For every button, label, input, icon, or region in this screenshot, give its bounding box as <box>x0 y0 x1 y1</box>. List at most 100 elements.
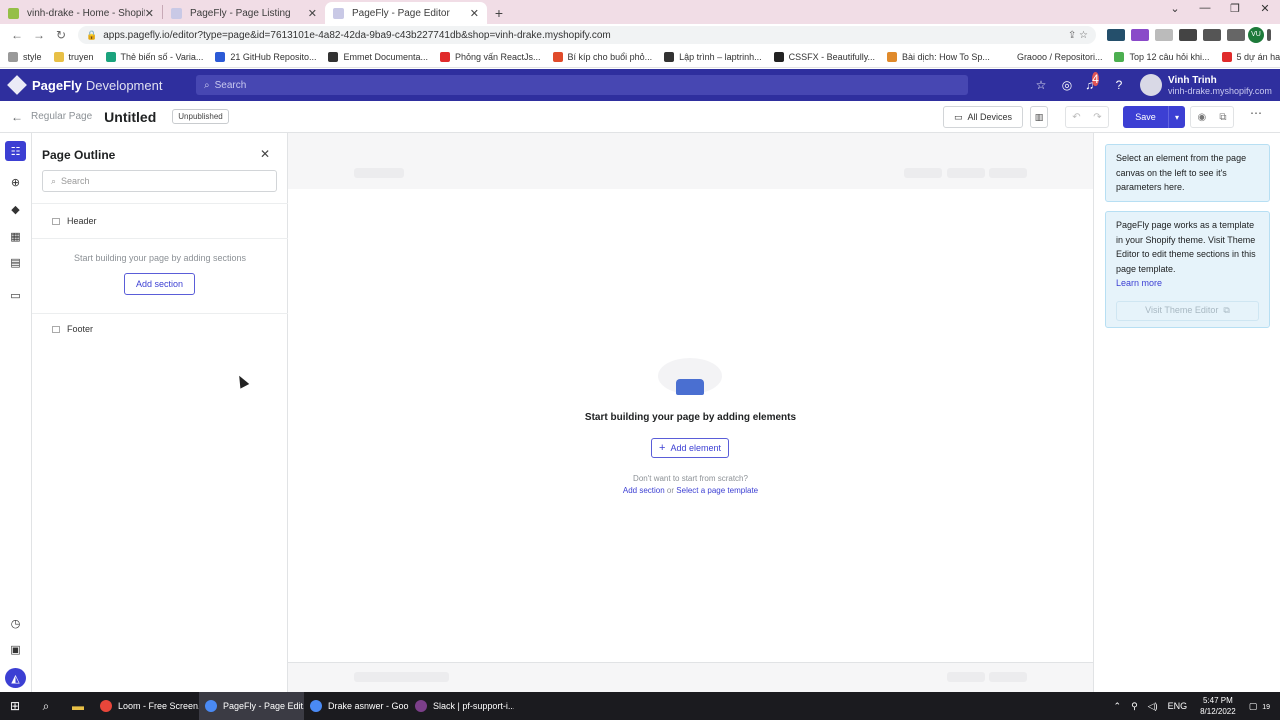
add-element-icon[interactable]: ⊕ <box>5 172 26 192</box>
bookmark-item[interactable]: Phỏng vấn ReactJs... <box>439 51 541 62</box>
tab-title: PageFly - Page Listing <box>190 7 291 19</box>
new-tab-button[interactable]: + <box>487 2 511 24</box>
forward-icon[interactable]: → <box>28 28 50 42</box>
puzzle-icon[interactable] <box>1203 29 1221 41</box>
close-icon[interactable]: ✕ <box>308 7 317 20</box>
bookmark-item[interactable]: Top 12 câu hỏi khi... <box>1114 51 1210 62</box>
pagefly-assistant-icon[interactable]: ◭ <box>5 668 26 688</box>
browser-tab-shopify[interactable]: vinh-drake - Home - Shopify ✕ <box>0 2 162 24</box>
save-button[interactable]: Save ▾ <box>1123 106 1185 128</box>
help-icon[interactable]: ? <box>1106 78 1132 92</box>
learn-more-link[interactable]: Learn more <box>1116 278 1162 288</box>
header-placeholder <box>288 159 1093 189</box>
visit-theme-editor-button[interactable]: Visit Theme Editor ⧉ <box>1116 300 1259 321</box>
undo-icon[interactable]: ↶ <box>1072 112 1080 123</box>
url-input[interactable]: 🔒 apps.pagefly.io/editor?type=page&id=76… <box>78 26 1096 44</box>
close-icon[interactable]: ✕ <box>260 147 270 161</box>
bookmark-item[interactable]: Bài dịch: How To Sp... <box>887 51 990 62</box>
chevron-down-icon[interactable]: ▾ <box>1169 106 1185 128</box>
close-icon[interactable]: ✕ <box>145 7 154 20</box>
bookmark-item[interactable]: CSSFX - Beautifully... <box>773 51 875 62</box>
browser-tab-page-listing[interactable]: PageFly - Page Listing ✕ <box>163 2 325 24</box>
window-controls: ⌄ — ❐ ✕ <box>1160 2 1280 15</box>
extension-icon[interactable] <box>1131 29 1149 41</box>
breadcrumb[interactable]: Regular Page <box>31 111 92 122</box>
restore-icon[interactable]: ❐ <box>1220 2 1250 15</box>
select-template-link[interactable]: Select a page template <box>676 486 758 495</box>
bell-icon[interactable]: ♫4 <box>1080 72 1106 92</box>
add-element-button[interactable]: + Add element <box>651 438 729 458</box>
taskbar-app[interactable]: Slack | pf-support-i... <box>409 692 514 720</box>
menu-icon[interactable] <box>1267 29 1271 41</box>
taskbar-app[interactable]: PageFly - Page Edit... <box>199 692 304 720</box>
clock-date: 8/12/2022 <box>1200 707 1236 716</box>
extension-icon[interactable] <box>1155 29 1173 41</box>
outline-search-input[interactable]: ⌕ Search <box>42 170 277 192</box>
bookmark-item[interactable]: Graooo / Repositori... <box>1001 51 1102 62</box>
bookmark-item[interactable]: Bí kíp cho buổi phỏ... <box>552 51 652 62</box>
file-explorer-icon[interactable]: ▬ <box>62 699 94 713</box>
global-search-input[interactable]: ⌕ Search <box>196 75 968 95</box>
close-icon[interactable]: ✕ <box>470 7 479 20</box>
outline-icon[interactable]: ☷ <box>5 141 26 161</box>
search-icon[interactable]: ⌕ <box>30 699 62 714</box>
bookmark-item[interactable]: Lập trình – laptrinh... <box>664 51 762 62</box>
add-section-link[interactable]: Add section <box>623 486 665 495</box>
bookmark-item[interactable]: Emmet Documenta... <box>328 51 428 62</box>
chevron-up-icon[interactable]: ⌃ <box>1114 701 1122 712</box>
network-icon[interactable]: ⚲ <box>1131 701 1138 712</box>
profile-avatar[interactable]: VU <box>1248 27 1264 43</box>
chat-icon[interactable]: ◎ <box>1054 78 1080 92</box>
reload-icon[interactable]: ↻ <box>50 28 72 42</box>
extension-icon[interactable] <box>1179 29 1197 41</box>
monitor-icon: ▭ <box>953 111 963 122</box>
close-window-icon[interactable]: ✕ <box>1250 2 1280 15</box>
template-info-card: PageFly page works as a template in your… <box>1105 211 1270 328</box>
bookmark-item[interactable]: Thẻ biến số - Varia... <box>105 51 203 62</box>
back-icon[interactable]: ← <box>6 28 28 42</box>
volume-icon[interactable]: ◁) <box>1148 701 1158 712</box>
external-link-icon[interactable]: ⧉ <box>1219 112 1226 123</box>
share-icon[interactable]: ⇪ ☆ <box>1068 30 1088 41</box>
system-clock[interactable]: 5:47 PM 8/12/2022 <box>1200 695 1236 717</box>
page-title[interactable]: Untitled <box>104 109 156 125</box>
page-canvas[interactable]: Start building your page by adding eleme… <box>288 133 1093 692</box>
shopify-bag-icon[interactable]: ◆ <box>5 199 26 219</box>
tab-search-icon[interactable]: ⌄ <box>1160 2 1190 15</box>
sections-icon[interactable]: ▤ <box>5 252 26 272</box>
bookmarks-bar: style truyen Thẻ biến số - Varia... 21 G… <box>0 46 1280 68</box>
lock-icon[interactable]: 🔒 <box>86 30 97 41</box>
sidebar-icon[interactable] <box>1227 29 1245 41</box>
notification-center-icon[interactable]: ▢ 19 <box>1249 701 1275 712</box>
add-section-button[interactable]: Add section <box>124 273 195 295</box>
bookmark-item[interactable]: 5 dự án hay họ bạn... <box>1221 51 1280 62</box>
grid-icon[interactable]: ▦ <box>5 226 26 246</box>
folder-icon[interactable]: ▭ <box>5 285 26 305</box>
chrome-icon <box>205 700 217 712</box>
windows-icon[interactable]: ⊞ <box>0 699 30 713</box>
taskbar-app[interactable]: Drake asnwer - Goo... <box>304 692 409 720</box>
save-label[interactable]: Save <box>1123 106 1169 128</box>
code-icon[interactable]: ▣ <box>5 639 26 659</box>
star-icon[interactable]: ☆ <box>1028 78 1054 92</box>
device-selector[interactable]: ▭ All Devices <box>943 106 1023 128</box>
bookmark-item[interactable]: style <box>8 51 42 62</box>
minimize-icon[interactable]: — <box>1190 2 1220 15</box>
tab-title: vinh-drake - Home - Shopify <box>27 7 145 19</box>
extension-icon[interactable] <box>1107 29 1125 41</box>
outline-item-header[interactable]: Header <box>52 216 97 226</box>
more-icon[interactable]: ⋯ <box>1250 106 1262 120</box>
bookmark-item[interactable]: truyen <box>53 51 94 62</box>
layout-toggle-icon[interactable]: ▥ <box>1030 106 1048 128</box>
language-indicator[interactable]: ENG <box>1168 701 1188 711</box>
pagefly-logo[interactable]: PageFly Development <box>7 75 196 95</box>
user-menu[interactable]: Vinh Trinh vinh-drake.myshopify.com <box>1140 74 1272 96</box>
taskbar-app[interactable]: Loom - Free Screen... <box>94 692 199 720</box>
redo-icon[interactable]: ↷ <box>1093 112 1101 123</box>
history-icon[interactable]: ◷ <box>5 613 26 633</box>
back-arrow-icon[interactable]: ← <box>11 110 23 124</box>
eye-icon[interactable]: ◉ <box>1198 112 1207 123</box>
browser-tab-page-editor[interactable]: PageFly - Page Editor ✕ <box>325 2 487 24</box>
outline-item-footer[interactable]: Footer <box>52 324 93 334</box>
bookmark-item[interactable]: 21 GitHub Reposito... <box>215 51 316 62</box>
